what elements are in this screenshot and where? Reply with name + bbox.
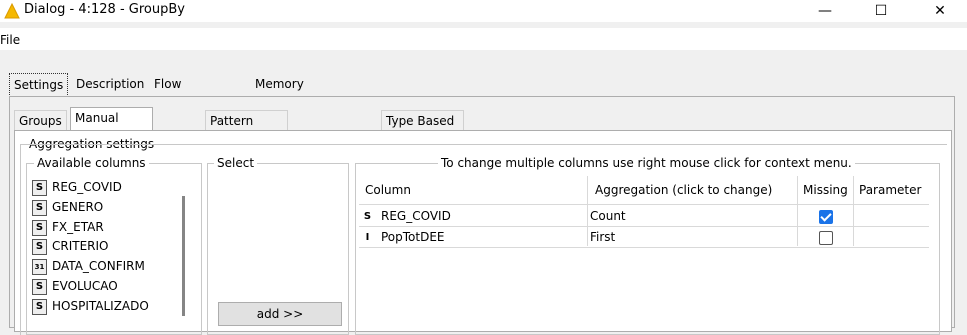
menu-bar: File (0, 28, 967, 50)
row-column-name: REG_COVID (381, 209, 451, 223)
columns-scrollbar[interactable] (182, 196, 185, 316)
knime-warning-icon (4, 3, 20, 19)
divider (359, 247, 929, 248)
column-name: FX_ETAR (52, 220, 104, 234)
window-title: Dialog - 4:128 - GroupBy (24, 2, 185, 17)
table-row[interactable]: I PopTotDEE First (359, 227, 929, 247)
missing-checkbox[interactable] (819, 210, 833, 224)
string-type-icon: S (32, 179, 47, 196)
list-item[interactable]: S CRITERIO (32, 237, 109, 256)
context-menu-hint: To change multiple columns use right mou… (438, 156, 855, 170)
row-aggregation[interactable]: Count (590, 206, 626, 226)
minimize-button[interactable]: — (810, 0, 840, 22)
close-button[interactable]: ✕ (925, 0, 955, 22)
calendar-type-icon: 31 (32, 258, 47, 275)
menu-file[interactable]: File (0, 33, 20, 47)
tab-pattern-based-aggregation[interactable]: Pattern Based Aggregation (205, 110, 289, 168)
list-item[interactable]: S HOSPITALIZADO (32, 297, 149, 316)
available-columns-label: Available columns (34, 156, 149, 170)
column-name: EVOLUCAO (52, 279, 118, 293)
table-row[interactable]: S REG_COVID Count (359, 206, 929, 226)
maximize-button[interactable]: ☐ (866, 0, 896, 22)
column-name: HOSPITALIZADO (52, 299, 149, 313)
integer-type-icon: I (365, 231, 370, 243)
tab-groups[interactable]: Groups (14, 110, 67, 131)
list-item[interactable]: S EVOLUCAO (32, 277, 118, 296)
column-name: DATA_CONFIRM (52, 259, 145, 273)
missing-checkbox[interactable] (819, 231, 833, 245)
string-type-icon: S (363, 210, 372, 222)
tab-manual-aggregation[interactable]: Manual Aggregation (70, 107, 154, 145)
string-type-icon: S (32, 278, 47, 295)
list-item[interactable]: S FX_ETAR (32, 218, 104, 237)
divider (359, 204, 929, 205)
tab-memory-policy[interactable]: Memory Policy (251, 73, 308, 113)
string-type-icon: S (32, 238, 47, 255)
aggregation-table: Column Aggregation (click to change) Mis… (359, 176, 929, 326)
string-type-icon: S (32, 199, 47, 216)
tab-description[interactable]: Description (72, 73, 148, 95)
column-name: CRITERIO (52, 239, 109, 253)
list-item[interactable]: 31 DATA_CONFIRM (32, 257, 145, 276)
tab-type-based-aggregation[interactable]: Type Based Aggregation (381, 110, 465, 148)
list-item[interactable]: S GENERO (32, 198, 103, 217)
row-aggregation[interactable]: First (590, 227, 615, 247)
column-header[interactable]: Column (365, 176, 411, 204)
title-bar: Dialog - 4:128 - GroupBy — ☐ ✕ (0, 0, 967, 22)
list-item[interactable]: S REG_COVID (32, 178, 122, 197)
missing-header[interactable]: Missing (803, 176, 848, 204)
string-type-icon: S (32, 298, 47, 315)
column-name: GENERO (52, 200, 104, 214)
select-label: Select (214, 156, 258, 170)
add-button[interactable]: add >> (218, 302, 342, 326)
row-column-name: PopTotDEE (381, 230, 445, 244)
column-name: REG_COVID (52, 180, 122, 194)
row-type: S (361, 206, 379, 226)
tab-settings[interactable]: Settings (9, 73, 69, 97)
aggregation-header[interactable]: Aggregation (click to change) (595, 176, 772, 204)
row-type: I (361, 227, 379, 247)
string-type-icon: S (32, 219, 47, 236)
tab-flow-variables[interactable]: Flow Variables (150, 73, 213, 113)
parameter-header[interactable]: Parameter (859, 176, 921, 204)
